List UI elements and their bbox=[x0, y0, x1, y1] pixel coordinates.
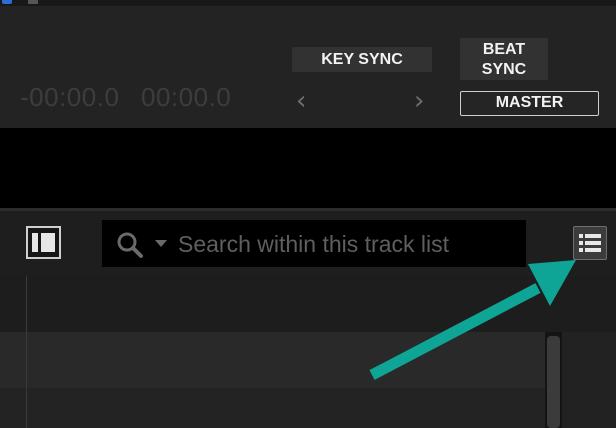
panel-toggle-icon bbox=[32, 233, 55, 252]
beat-sync-label-line1: BEAT bbox=[482, 41, 526, 58]
deck-indicator-secondary-icon bbox=[28, 0, 38, 4]
key-sync-button[interactable]: KEY SYNC bbox=[292, 47, 432, 72]
chevron-left-icon[interactable]: ‹ bbox=[296, 86, 306, 116]
chevron-right-icon[interactable]: › bbox=[414, 86, 424, 116]
time-remaining: -00:00.0 bbox=[20, 82, 120, 112]
beat-sync-button[interactable]: BEAT SYNC bbox=[460, 38, 548, 80]
table-row[interactable] bbox=[0, 388, 545, 428]
master-button[interactable]: MASTER bbox=[460, 91, 599, 116]
deck-indicator-icon bbox=[2, 0, 12, 4]
search-icon[interactable] bbox=[116, 231, 144, 259]
waveform-display[interactable] bbox=[0, 128, 616, 208]
panel-toggle-button[interactable] bbox=[26, 226, 61, 259]
rekordbox-window: -00:00.0 00:00.0 KEY SYNC ‹ › BEAT SYNC … bbox=[0, 0, 616, 428]
annotation-arrow-icon bbox=[369, 260, 576, 380]
search-options-dropdown-icon[interactable] bbox=[155, 240, 167, 247]
beat-sync-label-line2: SYNC bbox=[481, 61, 527, 78]
time-elapsed: 00:00.0 bbox=[141, 82, 232, 112]
list-view-icon bbox=[579, 234, 601, 252]
column-divider[interactable] bbox=[26, 276, 27, 428]
deck-panel: -00:00.0 00:00.0 KEY SYNC ‹ › BEAT SYNC … bbox=[0, 6, 616, 128]
